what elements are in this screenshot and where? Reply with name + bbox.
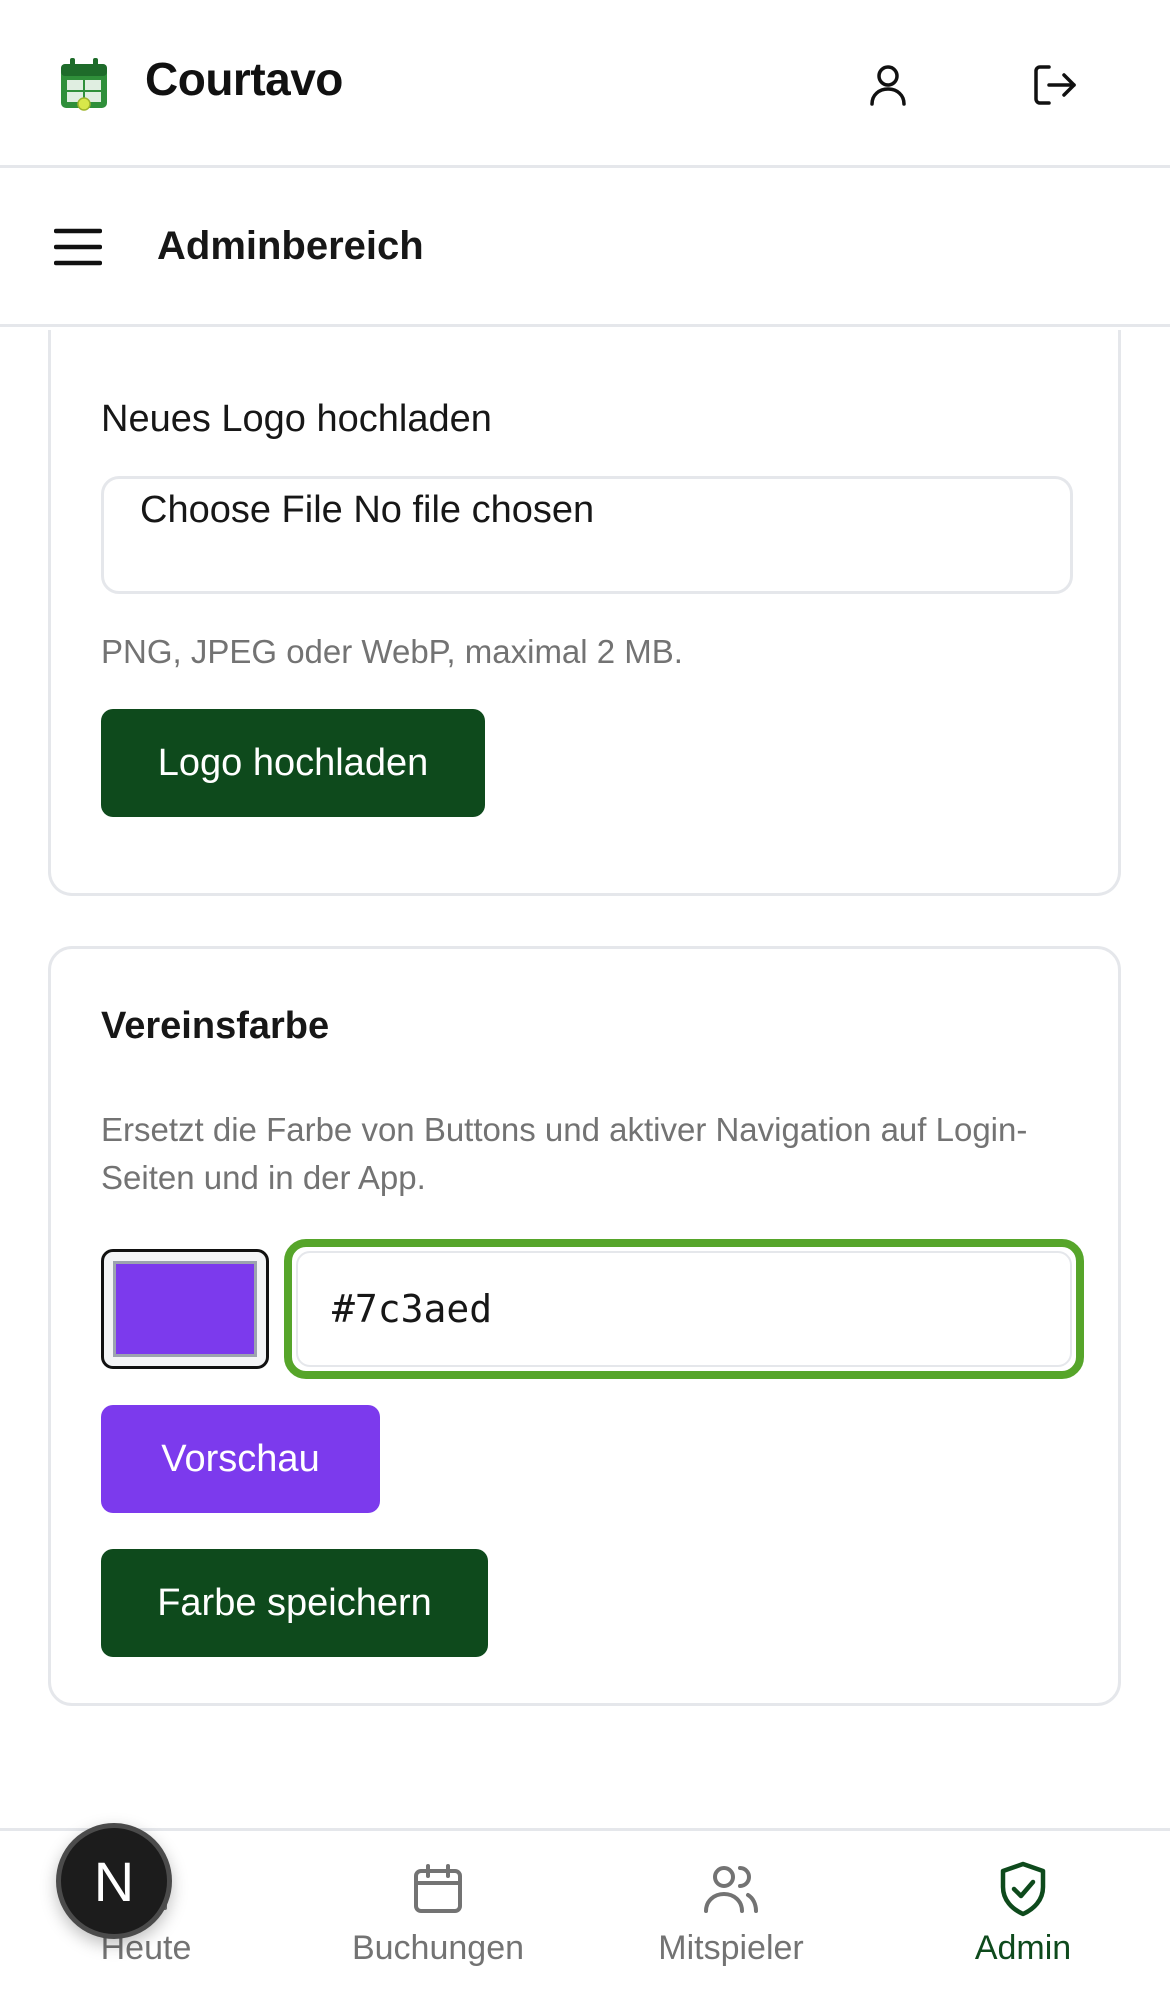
dev-tools-badge[interactable]: N	[56, 1823, 172, 1939]
bottom-navigation: Heute Buchungen Mitspieler Admin	[0, 1828, 1170, 1992]
logout-icon[interactable]	[1027, 57, 1083, 113]
users-icon	[701, 1859, 761, 1919]
nav-label: Mitspieler	[658, 1929, 804, 1967]
calendar-icon	[408, 1859, 468, 1919]
nav-label: Buchungen	[351, 1929, 525, 1967]
hamburger-menu-icon[interactable]	[50, 219, 106, 275]
color-picker[interactable]	[101, 1249, 269, 1369]
hex-color-input[interactable]: #7c3aed	[284, 1239, 1084, 1379]
page-title: Adminbereich	[157, 224, 424, 268]
upload-logo-button[interactable]: Logo hochladen	[101, 709, 485, 817]
nav-label: Admin	[974, 1929, 1072, 1967]
top-app-bar: Courtavo	[0, 0, 1170, 168]
shield-check-icon	[993, 1859, 1053, 1919]
admin-subheader: Adminbereich	[0, 171, 1170, 327]
save-color-button[interactable]: Farbe speichern	[101, 1549, 488, 1657]
nav-item-admin[interactable]: Admin	[903, 1859, 1143, 1979]
tennis-court-calendar-icon[interactable]	[58, 56, 110, 112]
color-swatch-fill	[113, 1261, 257, 1357]
club-color-card: Vereinsfarbe Ersetzt die Farbe von Butto…	[48, 946, 1121, 1706]
hex-color-value: #7c3aed	[332, 1287, 493, 1331]
nav-item-mitspieler[interactable]: Mitspieler	[611, 1859, 851, 1979]
logo-file-input[interactable]: Choose File No file chosen	[101, 476, 1073, 594]
file-input-text: Choose File No file chosen	[140, 489, 595, 531]
logo-card: Neues Logo hochladen Choose File No file…	[48, 330, 1121, 896]
user-icon[interactable]	[860, 57, 916, 113]
club-color-description: Ersetzt die Farbe von Buttons und aktive…	[101, 1111, 1028, 1196]
nav-item-buchungen[interactable]: Buchungen	[318, 1859, 558, 1979]
main-content[interactable]: Neues Logo hochladen Choose File No file…	[0, 330, 1170, 1830]
file-format-hint: PNG, JPEG oder WebP, maximal 2 MB.	[101, 633, 683, 670]
preview-button[interactable]: Vorschau	[101, 1405, 380, 1513]
upload-logo-label: Neues Logo hochladen	[101, 398, 492, 440]
page: Courtavo Adminbereich Neues Logo hochlad…	[0, 0, 1170, 1992]
club-color-title: Vereinsfarbe	[101, 1005, 330, 1047]
app-name: Courtavo	[145, 53, 343, 105]
